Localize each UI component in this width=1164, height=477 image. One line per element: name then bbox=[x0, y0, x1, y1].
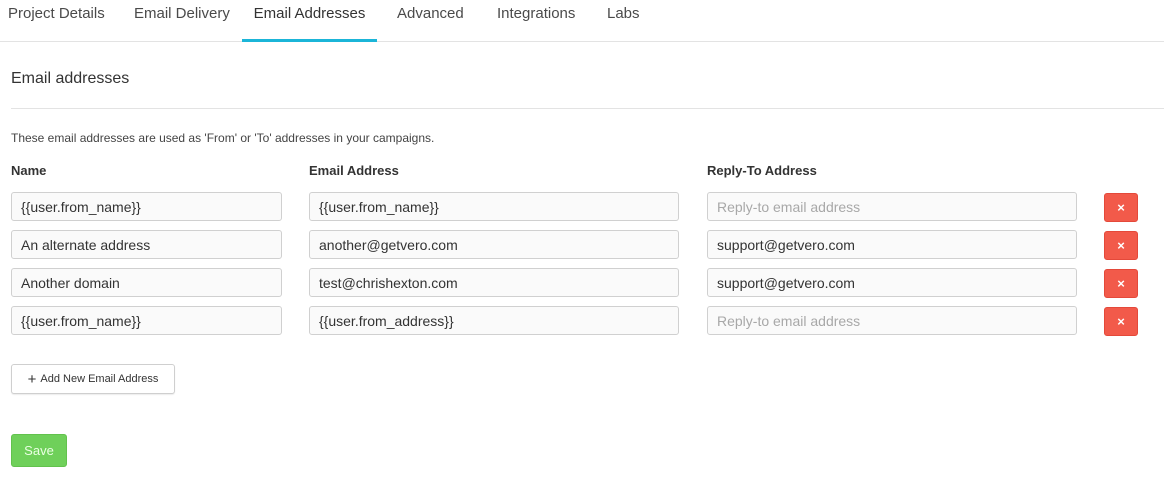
tab-advanced[interactable]: Advanced bbox=[397, 0, 464, 42]
name-input[interactable] bbox=[11, 192, 282, 221]
tab-labs[interactable]: Labs bbox=[607, 0, 640, 42]
add-button-label: Add New Email Address bbox=[40, 373, 159, 385]
column-header-email: Email Address bbox=[309, 163, 399, 178]
close-icon: × bbox=[1117, 276, 1125, 291]
name-input[interactable] bbox=[11, 306, 282, 335]
tab-bar: Project Details Email Delivery Email Add… bbox=[0, 0, 1164, 42]
close-icon: × bbox=[1117, 238, 1125, 253]
close-icon: × bbox=[1117, 314, 1125, 329]
delete-row-button[interactable]: × bbox=[1104, 307, 1138, 336]
reply-to-input[interactable] bbox=[707, 268, 1077, 297]
reply-to-input[interactable] bbox=[707, 230, 1077, 259]
section-description: These email addresses are used as 'From'… bbox=[11, 131, 435, 145]
tab-project-details[interactable]: Project Details bbox=[8, 0, 105, 42]
tab-email-addresses[interactable]: Email Addresses bbox=[242, 0, 377, 42]
delete-row-button[interactable]: × bbox=[1104, 231, 1138, 260]
column-header-name: Name bbox=[11, 163, 47, 178]
email-input[interactable] bbox=[309, 306, 679, 335]
add-email-address-button[interactable]: + Add New Email Address bbox=[11, 364, 175, 394]
close-icon: × bbox=[1117, 200, 1125, 215]
name-input[interactable] bbox=[11, 268, 282, 297]
delete-row-button[interactable]: × bbox=[1104, 193, 1138, 222]
column-header-reply-to: Reply-To Address bbox=[707, 163, 817, 178]
delete-row-button[interactable]: × bbox=[1104, 269, 1138, 298]
plus-icon: + bbox=[27, 370, 37, 388]
tab-integrations[interactable]: Integrations bbox=[497, 0, 575, 42]
name-input[interactable] bbox=[11, 230, 282, 259]
email-input[interactable] bbox=[309, 230, 679, 259]
reply-to-input[interactable] bbox=[707, 192, 1077, 221]
section-title: Email addresses bbox=[11, 70, 130, 87]
email-input[interactable] bbox=[309, 192, 679, 221]
reply-to-input[interactable] bbox=[707, 306, 1077, 335]
save-button[interactable]: Save bbox=[11, 434, 67, 467]
email-input[interactable] bbox=[309, 268, 679, 297]
tab-email-delivery[interactable]: Email Delivery bbox=[134, 0, 230, 42]
section-divider bbox=[11, 108, 1164, 109]
